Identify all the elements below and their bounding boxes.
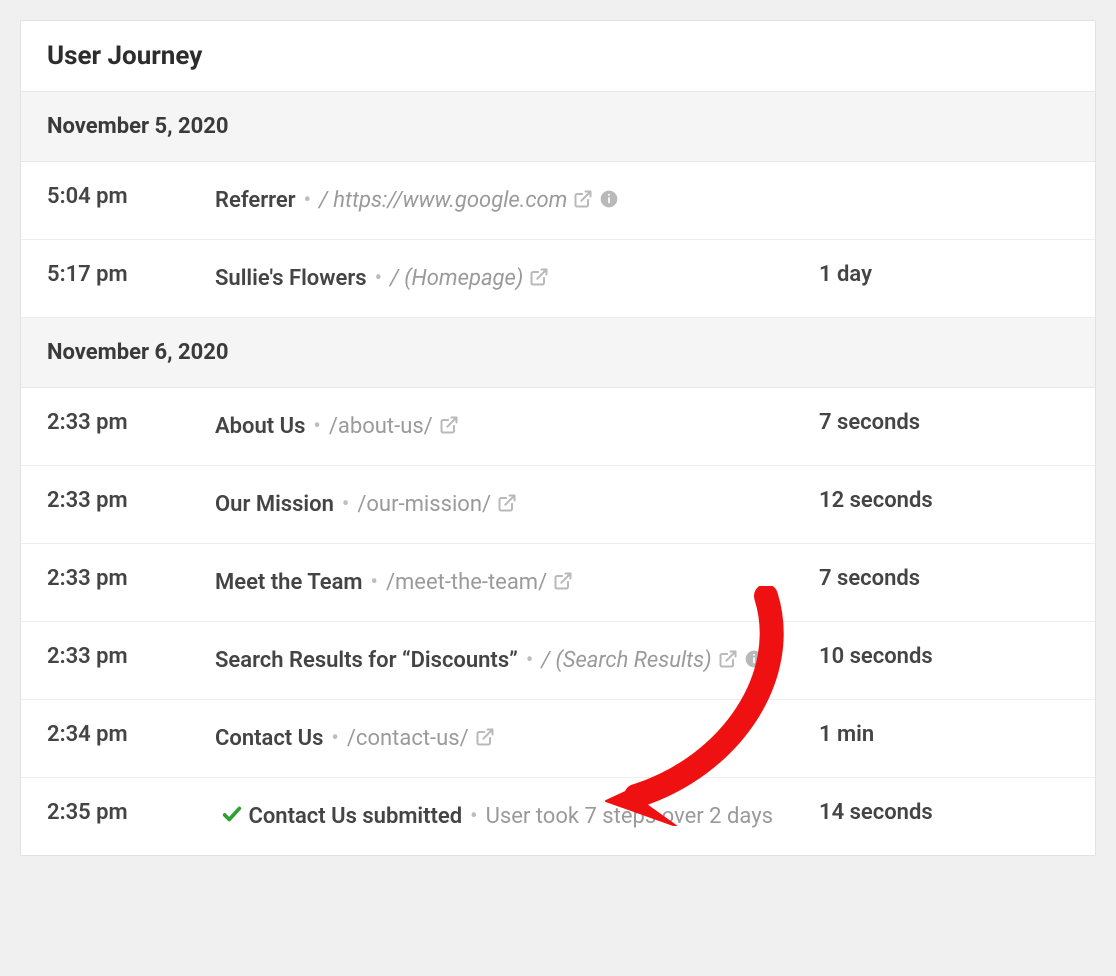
separator-dot: • <box>313 414 320 439</box>
row-path: / https://www.google.com <box>319 188 567 213</box>
time-cell: 2:35 pm <box>47 800 215 825</box>
main-cell: Our Mission • /our-mission/ <box>215 488 819 521</box>
row-path: /meet-the-team/ <box>386 570 547 595</box>
separator-dot: • <box>342 492 349 517</box>
row-title: Meet the Team <box>215 570 363 595</box>
journey-row: 5:17 pmSullie's Flowers • / (Homepage) 1 da… <box>21 240 1095 318</box>
date-heading: November 6, 2020 <box>47 340 1069 365</box>
journey-row: 5:04 pmReferrer • / https://www.google.com <box>21 162 1095 240</box>
info-icon[interactable] <box>744 649 764 669</box>
row-path: / (Homepage) <box>390 266 523 291</box>
time-cell: 2:33 pm <box>47 410 215 435</box>
external-link-icon[interactable] <box>475 727 495 747</box>
main-cell: Search Results for “Discounts” • / (Search… <box>215 644 819 677</box>
row-title: Our Mission <box>215 492 334 517</box>
main-cell: Meet the Team • /meet-the-team/ <box>215 566 819 599</box>
separator-dot: • <box>526 648 533 673</box>
time-cell: 2:33 pm <box>47 644 215 669</box>
duration-cell: 1 min <box>819 722 1069 747</box>
main-cell: Contact Us • /contact-us/ <box>215 722 819 755</box>
info-icon[interactable] <box>599 189 619 209</box>
separator-dot: • <box>304 188 311 213</box>
row-title: Contact Us <box>215 726 323 751</box>
main-cell: Referrer • / https://www.google.com <box>215 184 819 217</box>
time-cell: 2:33 pm <box>47 566 215 591</box>
journey-row: 2:33 pmMeet the Team • /meet-the-team/7 se… <box>21 544 1095 622</box>
row-title: Contact Us submitted <box>248 804 462 829</box>
date-section-header: November 6, 2020 <box>21 318 1095 388</box>
journey-row: 2:34 pmContact Us • /contact-us/1 min <box>21 700 1095 778</box>
journey-row: 2:33 pmAbout Us • /about-us/7 seconds <box>21 388 1095 466</box>
row-path: /our-mission/ <box>357 492 491 517</box>
duration-cell: 14 seconds <box>819 800 1069 825</box>
row-path: / (Search Results) <box>541 648 711 673</box>
card-title: User Journey <box>47 41 1069 71</box>
journey-row: 2:33 pmOur Mission • /our-mission/12 secon… <box>21 466 1095 544</box>
row-title: Sullie's Flowers <box>215 266 367 291</box>
journey-row: 2:35 pm Contact Us submitted • User took 7… <box>21 778 1095 855</box>
date-heading: November 5, 2020 <box>47 114 1069 139</box>
row-title: About Us <box>215 414 305 439</box>
separator-dot: • <box>331 726 338 751</box>
duration-cell: 1 day <box>819 262 1069 287</box>
time-cell: 2:33 pm <box>47 488 215 513</box>
external-link-icon[interactable] <box>718 649 738 669</box>
row-title: Referrer <box>215 188 296 213</box>
main-cell: Sullie's Flowers • / (Homepage) <box>215 262 819 295</box>
external-link-icon[interactable] <box>573 189 593 209</box>
external-link-icon[interactable] <box>497 493 517 513</box>
time-cell: 5:17 pm <box>47 262 215 287</box>
row-path: /about-us/ <box>329 414 433 439</box>
time-cell: 5:04 pm <box>47 184 215 209</box>
separator-dot: • <box>371 570 378 595</box>
external-link-icon[interactable] <box>439 415 459 435</box>
time-cell: 2:34 pm <box>47 722 215 747</box>
external-link-icon[interactable] <box>529 267 549 287</box>
duration-cell: 10 seconds <box>819 644 1069 669</box>
separator-dot: • <box>375 266 382 291</box>
main-cell: About Us • /about-us/ <box>215 410 819 443</box>
card-header: User Journey <box>21 21 1095 92</box>
row-title: Search Results for “Discounts” <box>215 648 518 673</box>
user-journey-card: User Journey November 5, 2020 5:04 pmRefe… <box>20 20 1096 856</box>
row-meta: User took 7 steps over 2 days <box>486 804 773 829</box>
duration-cell: 7 seconds <box>819 566 1069 591</box>
date-section-header: November 5, 2020 <box>21 92 1095 162</box>
check-icon <box>221 803 243 825</box>
external-link-icon[interactable] <box>553 571 573 591</box>
duration-cell: 12 seconds <box>819 488 1069 513</box>
duration-cell: 7 seconds <box>819 410 1069 435</box>
main-cell: Contact Us submitted • User took 7 steps o… <box>215 800 819 833</box>
journey-row: 2:33 pmSearch Results for “Discounts” • / … <box>21 622 1095 700</box>
row-path: /contact-us/ <box>347 726 469 751</box>
separator-dot: • <box>470 804 477 829</box>
